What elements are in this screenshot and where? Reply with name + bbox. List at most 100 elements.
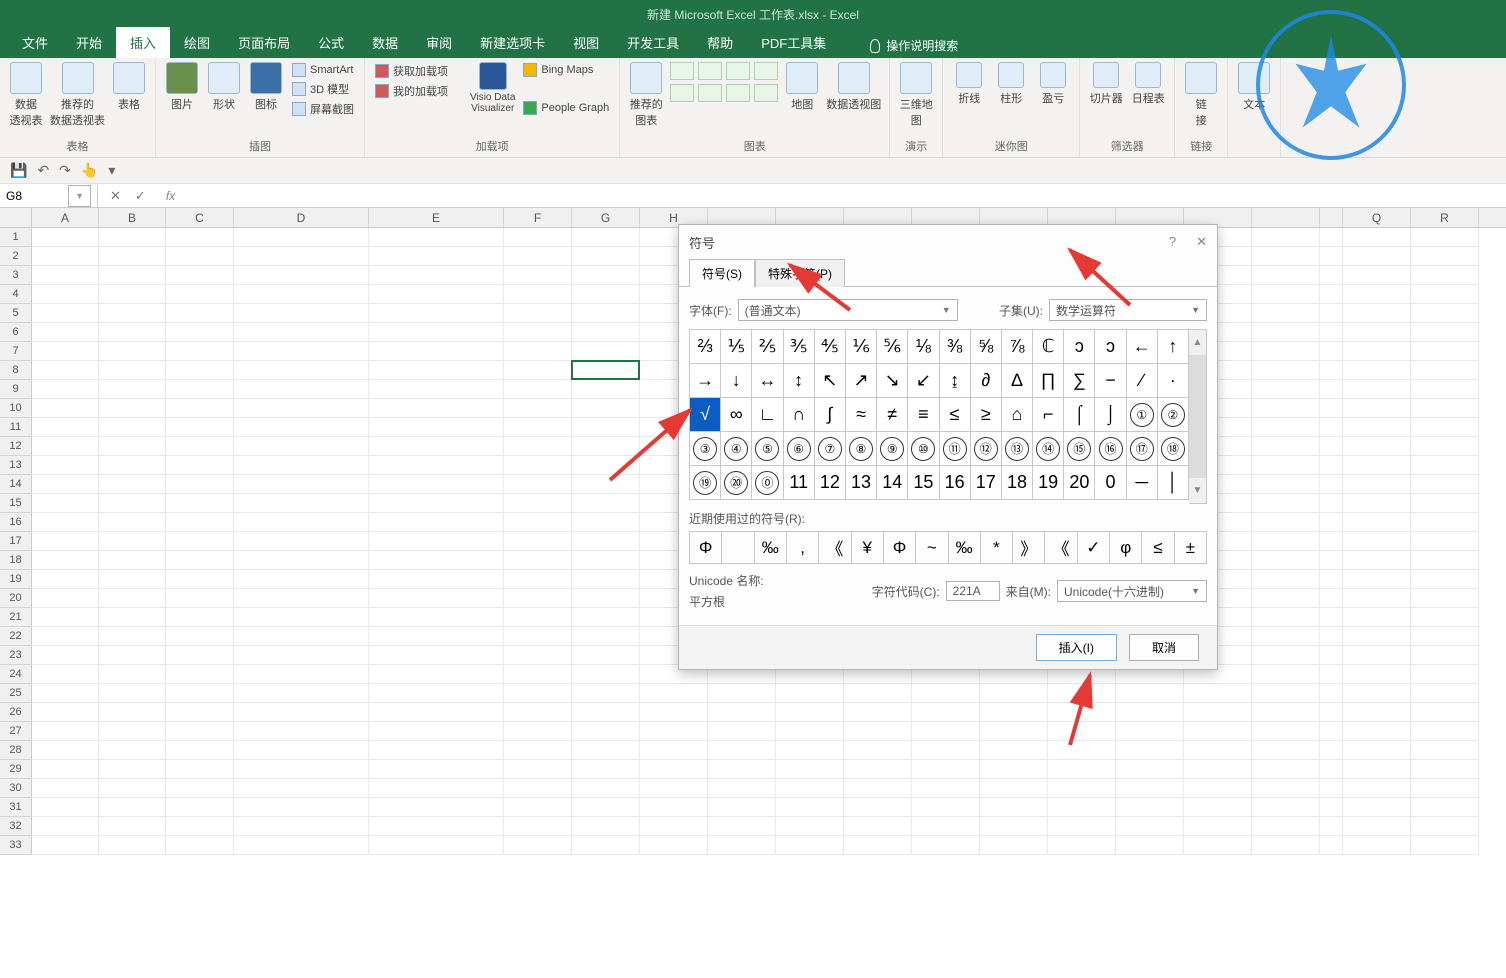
cell[interactable] [844, 703, 912, 722]
cell[interactable] [1252, 513, 1320, 532]
cancel-button[interactable]: 取消 [1129, 634, 1199, 661]
cell[interactable] [166, 684, 234, 703]
redo-icon[interactable]: ↷ [59, 162, 71, 179]
symbol-cell[interactable]: 19 [1033, 466, 1064, 500]
cell[interactable] [1252, 551, 1320, 570]
row-header[interactable]: 16 [0, 513, 32, 532]
cell[interactable] [1411, 494, 1479, 513]
cell[interactable] [369, 456, 504, 475]
cell[interactable] [1411, 475, 1479, 494]
cell[interactable] [572, 475, 640, 494]
cell[interactable] [1411, 798, 1479, 817]
3dmap-button[interactable]: 三维地 图 [898, 62, 934, 128]
visio-button[interactable]: Visio Data Visualizer [470, 62, 515, 114]
symbol-cell[interactable]: ⅜ [940, 330, 971, 364]
cell[interactable] [504, 684, 572, 703]
cell[interactable] [1411, 399, 1479, 418]
tab-帮助[interactable]: 帮助 [693, 27, 747, 58]
cell[interactable] [1320, 627, 1343, 646]
cell[interactable] [1343, 627, 1411, 646]
row-header[interactable]: 25 [0, 684, 32, 703]
cell[interactable] [1411, 228, 1479, 247]
cell[interactable] [32, 551, 99, 570]
cell[interactable] [1343, 437, 1411, 456]
cell[interactable] [99, 608, 166, 627]
cell[interactable] [99, 247, 166, 266]
cell[interactable] [1320, 513, 1343, 532]
column-header[interactable] [1252, 208, 1320, 227]
cell[interactable] [1252, 722, 1320, 741]
recent-symbol-cell[interactable]: Φ [690, 532, 722, 564]
cell[interactable] [1343, 817, 1411, 836]
row-header[interactable]: 2 [0, 247, 32, 266]
cell[interactable] [844, 760, 912, 779]
name-box[interactable]: G8 ▼ [0, 185, 98, 207]
symbol-cell[interactable]: ↔ [752, 364, 783, 398]
cell[interactable] [572, 760, 640, 779]
cell[interactable] [1320, 437, 1343, 456]
cell[interactable] [32, 304, 99, 323]
recent-symbol-cell[interactable]: * [981, 532, 1013, 564]
cell[interactable] [166, 703, 234, 722]
cell[interactable] [1343, 304, 1411, 323]
scroll-down-icon[interactable]: ▼ [1189, 478, 1206, 503]
recent-symbol-cell[interactable]: ± [1175, 532, 1207, 564]
cell[interactable] [234, 399, 369, 418]
cell[interactable] [1411, 456, 1479, 475]
cell[interactable] [708, 798, 776, 817]
cell[interactable] [1252, 570, 1320, 589]
cell[interactable] [1116, 798, 1184, 817]
cell[interactable] [980, 798, 1048, 817]
cell[interactable] [980, 703, 1048, 722]
cell[interactable] [99, 228, 166, 247]
cell[interactable] [99, 646, 166, 665]
tab-symbols[interactable]: 符号(S) [689, 259, 755, 287]
cell[interactable] [1343, 779, 1411, 798]
symbol-cell[interactable]: ∩ [784, 398, 815, 432]
tab-公式[interactable]: 公式 [304, 27, 358, 58]
cell[interactable] [99, 380, 166, 399]
cell[interactable] [1343, 589, 1411, 608]
symbol-cell[interactable]: 20 [1064, 466, 1095, 500]
cell[interactable] [1343, 798, 1411, 817]
cell[interactable] [1320, 475, 1343, 494]
cell[interactable] [32, 494, 99, 513]
select-all-corner[interactable] [0, 208, 32, 227]
cell[interactable] [980, 741, 1048, 760]
cell[interactable] [166, 399, 234, 418]
cell[interactable] [912, 798, 980, 817]
cell[interactable] [504, 456, 572, 475]
sparkline-col-button[interactable]: 柱形 [993, 62, 1029, 106]
symbol-cell[interactable]: ⑥ [784, 432, 815, 466]
cell[interactable] [99, 665, 166, 684]
cell[interactable] [1252, 836, 1320, 855]
cell[interactable] [1116, 817, 1184, 836]
row-header[interactable]: 13 [0, 456, 32, 475]
cell[interactable] [166, 779, 234, 798]
cell[interactable] [1320, 589, 1343, 608]
symbol-cell[interactable]: √ [690, 398, 721, 432]
cell[interactable] [1320, 779, 1343, 798]
column-header[interactable]: B [99, 208, 166, 227]
cell[interactable] [504, 760, 572, 779]
cell[interactable] [32, 399, 99, 418]
cell[interactable] [234, 342, 369, 361]
cell[interactable] [1320, 741, 1343, 760]
row-header[interactable]: 33 [0, 836, 32, 855]
get-addins-button[interactable]: 获取加载项 [373, 62, 450, 80]
3dmodel-button[interactable]: 3D 模型 [290, 80, 356, 98]
cell[interactable] [1320, 418, 1343, 437]
cell[interactable] [1411, 323, 1479, 342]
symbol-cell[interactable]: ↖ [815, 364, 846, 398]
cell[interactable] [369, 494, 504, 513]
cell[interactable] [1116, 741, 1184, 760]
cell[interactable] [234, 323, 369, 342]
cell[interactable] [1320, 836, 1343, 855]
cell[interactable] [572, 342, 640, 361]
cell[interactable] [1320, 494, 1343, 513]
symbol-cell[interactable]: 18 [1002, 466, 1033, 500]
timeline-button[interactable]: 日程表 [1130, 62, 1166, 106]
cell[interactable] [369, 817, 504, 836]
symbol-cell[interactable]: 13 [846, 466, 877, 500]
cell[interactable] [1343, 532, 1411, 551]
